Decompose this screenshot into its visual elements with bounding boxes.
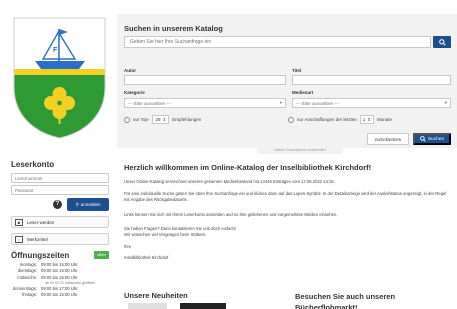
svg-text:F: F <box>53 47 58 54</box>
toggle-search-options[interactable]: weitere Suchoptionen ausblenden <box>257 148 343 154</box>
leserkonto-title: Leserkonto <box>11 160 55 169</box>
main-content: Suchen in unserem Katalog Autor Titel Ka… <box>117 0 457 309</box>
hours-day: mittwochs: <box>17 274 37 280</box>
login-button[interactable]: ⚲ anmelden <box>67 198 109 211</box>
welcome-paragraph: Unser Online-Katalog verzeichnet unseren… <box>124 179 335 184</box>
chevron-down-icon: ▾ <box>444 100 447 105</box>
become-reader-button[interactable]: ■ Leser werden <box>11 216 109 228</box>
autor-input[interactable] <box>124 75 286 85</box>
kategorie-select[interactable]: --- Bitte auswählen --- ▾ <box>124 98 286 108</box>
new-arrivals-title: Unsere Neuheiten <box>124 291 188 300</box>
chevron-down-icon: ⇕ <box>162 116 167 122</box>
coat-of-arms-logo: F <box>13 17 106 139</box>
medienart-select[interactable]: --- Bitte auswählen --- ▾ <box>292 98 451 108</box>
autor-label: Autor <box>124 68 136 73</box>
open-status-badge: offen <box>94 251 109 259</box>
welcome-title: Herzlich willkommen im Online-Katalog de… <box>124 163 372 172</box>
welcome-signature: Inselbibliothek Kirchdorf <box>124 255 169 260</box>
welcome-paragraph: Für eine individuelle Suche geben Sie ob… <box>124 191 447 202</box>
opening-hours-title: Öffnungszeiten <box>11 251 70 260</box>
hours-time: 09:00 bis 15:00 Uhr <box>41 274 78 280</box>
flea-market-title: Besuchen Sie auch unseren Bücherflohmark… <box>295 292 396 309</box>
search-go-button[interactable] <box>433 36 451 48</box>
search-icon <box>420 136 426 142</box>
reader-number-input[interactable] <box>11 173 109 183</box>
titel-label: Titel <box>292 68 302 73</box>
titel-input[interactable] <box>292 75 451 85</box>
medienart-label: Medienart <box>292 90 314 95</box>
hours-day: freitags: <box>22 292 37 298</box>
welcome-paragraph: Links können Sie sich mit Ihrem Leserkon… <box>124 212 338 217</box>
top-recommendations-radio[interactable] <box>124 116 130 123</box>
search-panel-title: Suchen in unserem Katalog <box>124 24 223 33</box>
password-input[interactable] <box>11 185 109 195</box>
merkzettel-button[interactable]: ▫ Merkzettel <box>11 233 109 245</box>
book-cover-thumbnail[interactable] <box>180 303 226 309</box>
hours-row: freitags: 09:00 bis 15:00 Uhr <box>11 292 111 298</box>
top-recommendations-option: nur Top- 25 ⇕ Empfehlungen <box>124 115 201 124</box>
search-submit-button[interactable]: Suchen <box>413 133 451 145</box>
recent-acquisitions-option: nur Anschaffungen der letzten 1 ⇕ Monate <box>288 115 392 124</box>
welcome-line: Wir wünschen viel Vergnügen beim Stöbern… <box>124 232 207 237</box>
chevron-down-icon: ▾ <box>279 100 282 105</box>
catalog-search-panel: Suchen in unserem Katalog Autor Titel Ka… <box>117 14 457 148</box>
top-count-select[interactable]: 25 ⇕ <box>152 115 170 124</box>
nur-anschaffungen-label: nur Anschaffungen der letzten <box>297 117 357 122</box>
recent-acquisitions-radio[interactable] <box>288 116 294 123</box>
reset-button[interactable]: zurücksetzen <box>367 133 409 145</box>
months-value: 1 <box>362 117 366 122</box>
medienart-select-value: --- Bitte auswählen --- <box>296 100 340 106</box>
search-input[interactable] <box>124 36 431 48</box>
id-card-icon: ■ <box>15 218 23 226</box>
become-reader-label: Leser werden <box>27 219 55 225</box>
book-cover-thumbnail[interactable] <box>128 303 167 309</box>
monate-label: Monate <box>377 117 393 122</box>
opening-hours-list: montags: 09:00 bis 15:00 Uhr dienstags: … <box>11 262 111 298</box>
kategorie-select-value: --- Bitte auswählen --- <box>128 100 172 106</box>
nur-top-label: nur Top- <box>133 117 150 122</box>
kategorie-label: Kategorie <box>124 90 145 95</box>
search-submit-label: Suchen <box>427 136 445 142</box>
empfehlungen-label: Empfehlungen <box>172 117 202 122</box>
help-icon[interactable]: ? <box>53 200 62 209</box>
top-count-value: 25 <box>155 117 161 122</box>
key-icon: ⚲ <box>75 201 79 207</box>
welcome-paragraph: Sie haben Fragen? Dann kontaktieren Sie … <box>124 226 451 238</box>
search-icon <box>438 38 446 46</box>
merkzettel-label: Merkzettel <box>27 236 48 242</box>
note-icon: ▫ <box>15 235 23 243</box>
months-select[interactable]: 1 ⇕ <box>359 115 375 124</box>
left-sidebar: F Leserkonto ? ⚲ anmelden ■ Le <box>0 0 117 309</box>
welcome-signoff: Ihre <box>124 244 132 249</box>
login-button-label: anmelden <box>80 202 101 207</box>
hours-time: 09:00 bis 15:00 Uhr <box>41 292 78 298</box>
chevron-down-icon: ⇕ <box>367 116 372 122</box>
